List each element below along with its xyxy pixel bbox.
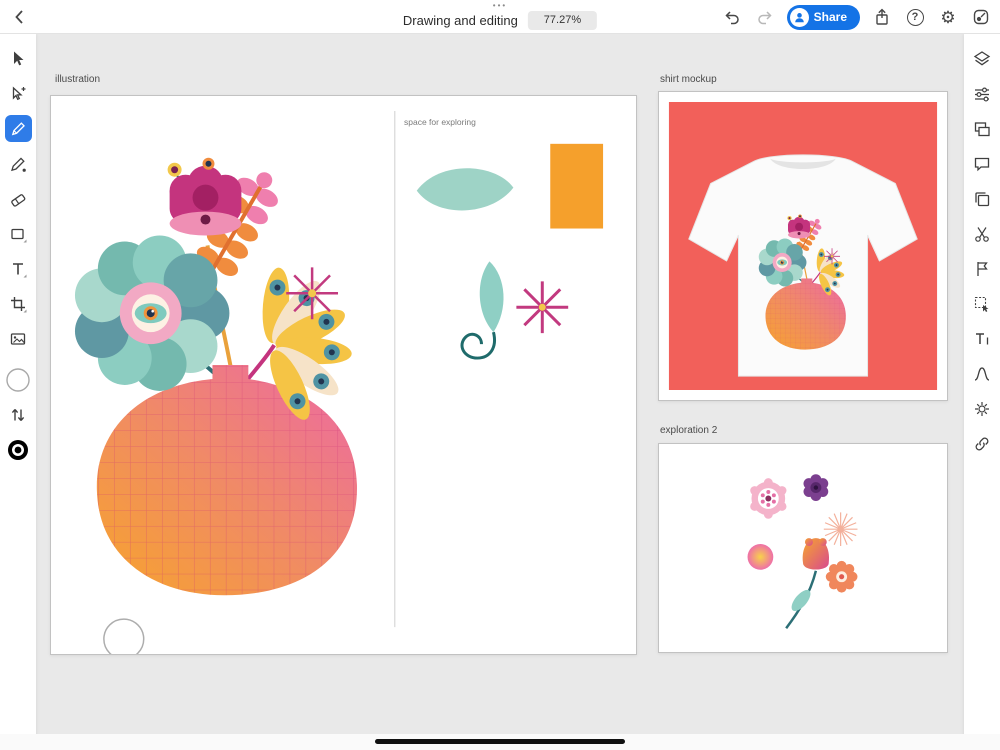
pencil-icon [9,119,28,138]
document-title: Drawing and editing [403,13,518,28]
ellipse-outline-icon [5,367,31,393]
active-tool-highlight [5,115,32,142]
crop-icon [8,294,28,314]
help-button[interactable]: ? [904,6,926,28]
gear-icon: ⚙ [940,9,955,26]
tool-ellipse-well[interactable] [0,362,36,397]
action-cut[interactable] [964,216,1000,251]
help-icon: ? [907,9,924,26]
left-toolbar [0,34,36,750]
bottom-bar [0,734,1000,750]
link-icon [972,434,992,454]
panel-effects[interactable] [964,391,1000,426]
curves-icon [972,364,992,384]
export-icon [872,7,892,27]
undo-icon [722,7,742,27]
tool-pen[interactable] [0,146,36,181]
artboard-label-exploration-2[interactable]: exploration 2 [660,425,717,436]
shirt-mockup-artwork [659,92,947,400]
panel-comments[interactable] [964,146,1000,181]
transform-marquee-icon [972,294,992,314]
panel-flag[interactable] [964,251,1000,286]
settings-button[interactable]: ⚙ [937,6,959,28]
pen-icon [8,154,28,174]
illustration-artwork [51,96,636,654]
share-button-label: Share [814,10,847,24]
panel-layers[interactable] [964,41,1000,76]
image-icon [8,329,28,349]
annotation-space-for-exploring: space for exploring [404,117,476,127]
app-window: ••• Drawing and editing 77.27% Share [0,0,1000,750]
artboard-label-illustration[interactable]: illustration [55,74,100,85]
duplicate-icon [972,189,992,209]
touch-shortcuts-button[interactable] [970,6,992,28]
back-chevron-icon [17,11,23,23]
top-bar: ••• Drawing and editing 77.27% Share [0,0,1000,34]
action-duplicate[interactable] [964,181,1000,216]
export-button[interactable] [871,6,893,28]
fill-color-icon [6,438,30,462]
tool-pencil[interactable] [0,111,36,146]
right-toolbar [964,34,1000,750]
scissors-icon [972,224,992,244]
artboard-exploration-2[interactable] [658,443,948,653]
top-bar-actions: Share ? ⚙ [721,0,992,34]
comment-icon [972,154,992,174]
eraser-icon [8,189,28,209]
panel-link[interactable] [964,426,1000,461]
tool-type[interactable] [0,251,36,286]
reorder-arrows-icon [8,405,28,425]
share-button[interactable]: Share [787,5,860,30]
panel-properties[interactable] [964,76,1000,111]
redo-button[interactable] [754,6,776,28]
tool-direct-select[interactable] [0,76,36,111]
home-indicator[interactable] [375,739,625,744]
touch-shortcut-icon [971,7,991,27]
select-arrow-icon [8,49,28,69]
exploration-artwork [659,444,947,652]
tool-shape[interactable] [0,216,36,251]
artboard-shirt-mockup[interactable] [658,91,948,401]
tool-place-image[interactable] [0,321,36,356]
undo-button[interactable] [721,6,743,28]
type-tool-icon [8,259,28,279]
tool-reorder[interactable] [0,397,36,432]
tool-curves[interactable] [964,356,1000,391]
effects-icon [972,399,992,419]
sliders-icon [972,84,992,104]
back-button[interactable] [8,5,32,29]
rectangle-shape-icon [8,224,28,244]
document-title-group: ••• Drawing and editing 77.27% [403,0,597,34]
text-styles-icon [972,329,992,349]
tool-transform[interactable] [964,286,1000,321]
artboard-illustration[interactable]: space for exploring [50,95,637,655]
tool-eraser[interactable] [0,181,36,216]
person-icon [793,11,806,24]
artboard-label-shirt-mockup[interactable]: shirt mockup [660,74,717,85]
tool-crop[interactable] [0,286,36,321]
artboards-icon [972,119,992,139]
layers-icon [972,49,992,69]
document-menu-dots[interactable]: ••• [493,2,507,10]
direct-select-icon [8,84,28,104]
flag-icon [972,259,992,279]
panel-text-styles[interactable] [964,321,1000,356]
panel-artboards[interactable] [964,111,1000,146]
zoom-level-badge[interactable]: 77.27% [528,11,597,30]
user-avatar [790,8,809,27]
tool-select[interactable] [0,41,36,76]
redo-icon [755,7,775,27]
fill-color-well[interactable] [0,432,36,467]
